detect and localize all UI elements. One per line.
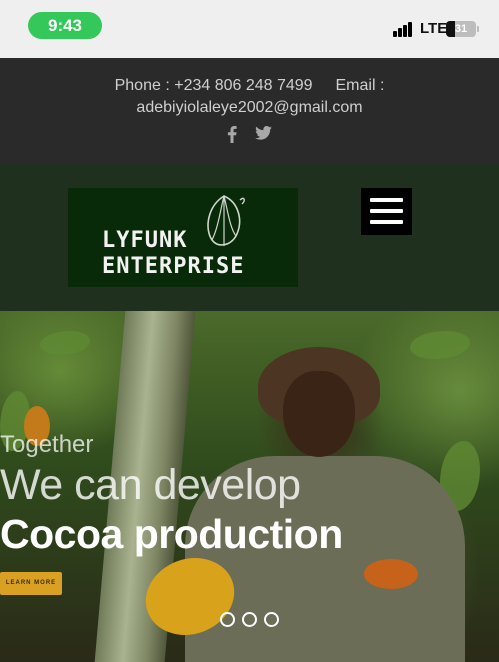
farmer-face — [283, 371, 355, 457]
phone-number[interactable]: +234 806 248 7499 — [174, 77, 312, 94]
status-bar: 9:43 LTE 31 — [0, 0, 499, 58]
hero-subtitle: Together — [0, 431, 94, 458]
battery-cap — [477, 26, 479, 32]
social-links — [0, 126, 499, 143]
battery-percent: 31 — [454, 23, 468, 35]
logo-text-line2: ENTERPRISE — [102, 254, 245, 279]
battery-icon: 31 — [446, 21, 476, 37]
twitter-icon[interactable] — [255, 126, 272, 140]
slider-dot[interactable] — [242, 612, 257, 627]
site-logo[interactable]: LYFUNK ENTERPRISE — [68, 188, 298, 287]
leaf-decoration — [410, 331, 470, 359]
learn-more-button[interactable]: LEARN MORE — [0, 572, 62, 595]
hero-heading-bold: Cocoa production — [0, 511, 343, 557]
cocoa-pod-icon — [207, 195, 245, 246]
cocoa-pod-image — [364, 559, 418, 589]
hero-heading-light: We can develop — [0, 461, 301, 509]
slider-dots — [220, 612, 279, 627]
cellular-signal-icon — [393, 22, 415, 37]
hero-slider: Together We can develop Cocoa production… — [0, 311, 499, 662]
contact-line: Phone : +234 806 248 7499 Email : — [0, 77, 499, 95]
site-header: LYFUNK ENTERPRISE — [0, 164, 499, 311]
slider-dot[interactable] — [264, 612, 279, 627]
phone-label: Phone : — [114, 77, 170, 94]
slider-dot[interactable] — [220, 612, 235, 627]
logo-text-line1: LYFUNK — [102, 228, 188, 253]
email-label: Email : — [335, 77, 385, 94]
hamburger-menu-icon[interactable] — [361, 188, 412, 235]
leaf-decoration — [40, 331, 90, 355]
status-time[interactable]: 9:43 — [28, 12, 102, 39]
network-type: LTE — [420, 20, 448, 37]
email-address[interactable]: adebiyiolaleye2002@gmail.com — [0, 99, 499, 117]
facebook-icon[interactable] — [227, 126, 237, 143]
contact-bar: Phone : +234 806 248 7499 Email : adebiy… — [0, 58, 499, 164]
